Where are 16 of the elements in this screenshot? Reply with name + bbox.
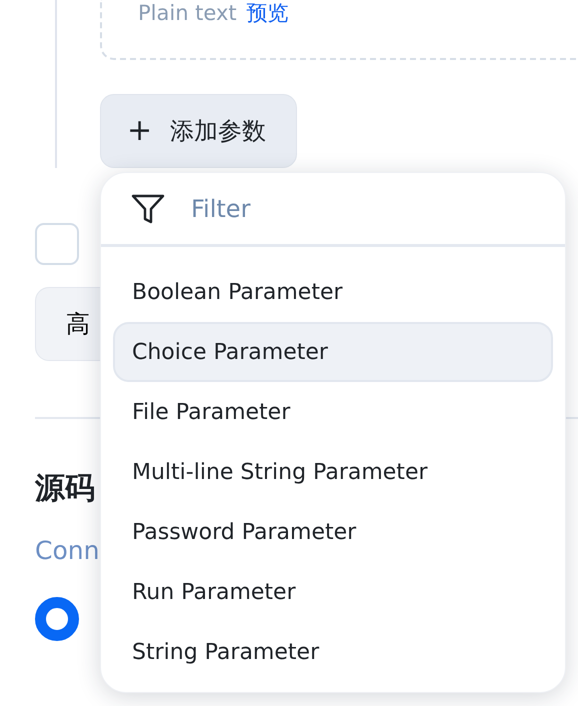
section-title: 源码 bbox=[35, 474, 96, 504]
menu-item[interactable]: Multi-line String Parameter bbox=[113, 442, 553, 502]
add-parameter-button[interactable]: + 添加参数 bbox=[100, 94, 298, 168]
checkbox[interactable] bbox=[35, 223, 79, 265]
section-description: Conn bbox=[35, 538, 100, 563]
menu-item[interactable]: Boolean Parameter bbox=[113, 262, 553, 322]
menu-item[interactable]: Choice Parameter bbox=[113, 322, 553, 382]
filter-field[interactable]: Filter bbox=[189, 190, 489, 228]
menu-item[interactable]: Password Parameter bbox=[113, 502, 553, 562]
menu-item[interactable]: String Parameter bbox=[113, 622, 553, 682]
filter-icon bbox=[131, 194, 165, 224]
format-label: Plain text bbox=[138, 1, 237, 26]
radio-button[interactable] bbox=[35, 597, 79, 641]
menu-item[interactable]: File Parameter bbox=[113, 382, 553, 442]
menu-item[interactable]: Run Parameter bbox=[113, 562, 553, 622]
preview-link[interactable]: 预览 bbox=[246, 1, 289, 26]
